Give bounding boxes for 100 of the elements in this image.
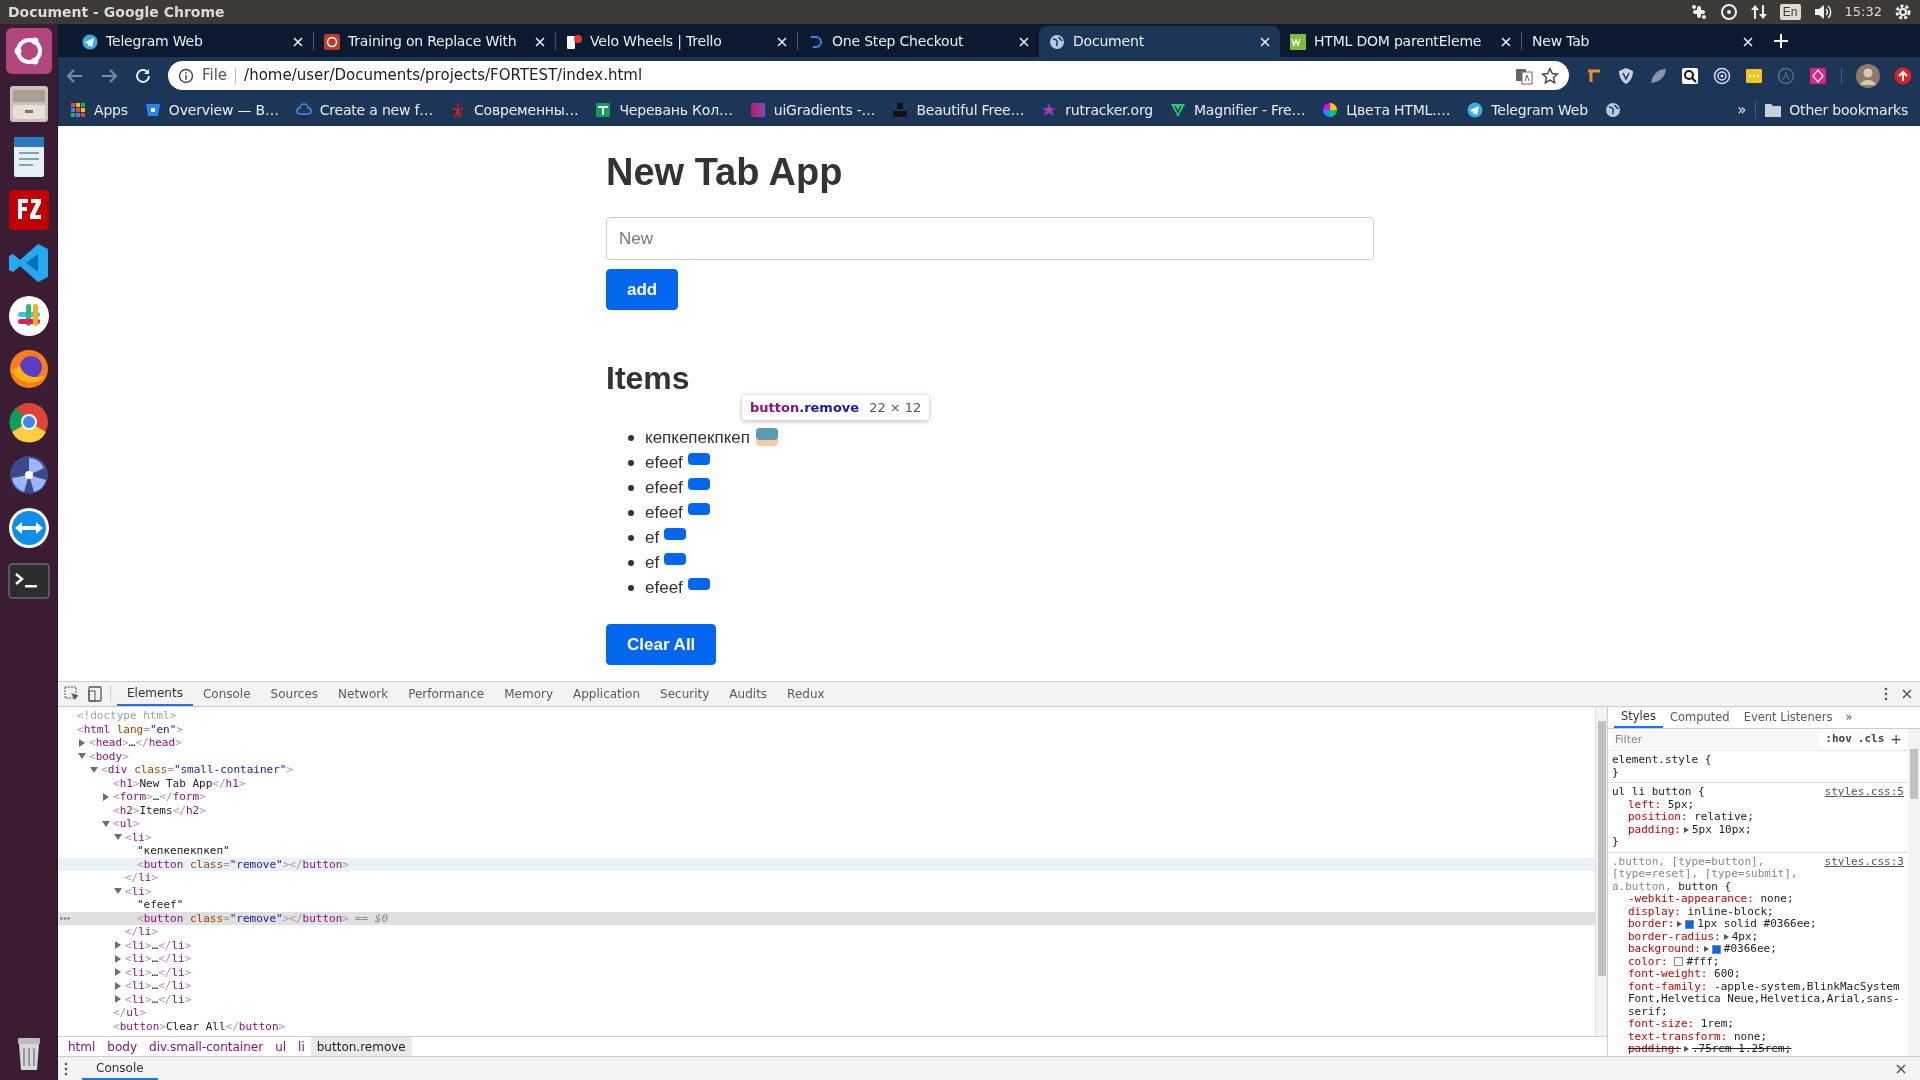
network-arrows-icon[interactable] xyxy=(1749,3,1768,21)
remove-button[interactable] xyxy=(687,502,710,515)
remove-button[interactable] xyxy=(664,552,687,565)
collapsed-triangle-icon[interactable] xyxy=(114,954,122,963)
devtools-tab[interactable]: Elements xyxy=(117,682,193,706)
filter-field[interactable]: Filter xyxy=(1612,730,1820,749)
expanded-triangle-icon[interactable] xyxy=(114,887,122,896)
back-arrow-icon[interactable] xyxy=(66,66,84,85)
bookmark-item[interactable]: uiGradients -… xyxy=(749,99,876,121)
dom-row-highlight[interactable]: <button class="remove"></button> == $0 xyxy=(58,911,1595,925)
expanded-triangle-icon[interactable] xyxy=(102,819,110,828)
dom-node-line[interactable]: <li>…</li> xyxy=(125,938,192,952)
devtools-tab[interactable]: Console xyxy=(192,682,261,706)
more-tabs-button[interactable]: » xyxy=(1839,707,1859,728)
collapsed-triangle-icon[interactable] xyxy=(114,981,122,990)
color-swatch[interactable] xyxy=(1711,944,1721,954)
dom-node-line[interactable]: <button>Clear All</button> xyxy=(113,1019,286,1033)
devtools-tab[interactable]: Network xyxy=(328,682,399,706)
dom-node-line[interactable]: <li>…</li> xyxy=(125,965,192,979)
expanded-triangle-icon[interactable] xyxy=(78,752,86,761)
collapsed-triangle-icon[interactable] xyxy=(114,968,122,977)
dom-node-line[interactable]: </ul> xyxy=(113,1006,147,1020)
class-toggle[interactable]: .cls xyxy=(1857,731,1885,748)
dom-node-line[interactable]: </li> xyxy=(125,871,159,885)
dom-node-line[interactable]: <li>…</li> xyxy=(125,952,192,966)
more-options-icon[interactable] xyxy=(1884,687,1888,701)
expanded-triangle-icon[interactable] xyxy=(90,765,98,774)
dom-node-line[interactable]: <li>…</li> xyxy=(125,992,192,1006)
clock[interactable]: 15:32 xyxy=(1844,2,1882,22)
keyboard-layout-indicator[interactable]: En xyxy=(1779,4,1801,20)
forward-arrow-icon[interactable] xyxy=(100,66,118,85)
new-item-input[interactable]: New xyxy=(606,217,1374,260)
browser-tab[interactable]: Velo Wheels | Trello xyxy=(556,26,797,57)
gem-icon[interactable] xyxy=(1809,66,1827,85)
new-rule-button[interactable]: + xyxy=(1890,729,1902,750)
dom-node-line[interactable]: <button class="remove"></button> xyxy=(137,857,349,871)
breadcrumb-item[interactable]: html xyxy=(62,1037,102,1056)
dom-node-line[interactable]: <li>…</li> xyxy=(125,979,192,993)
translate-icon[interactable] xyxy=(1515,66,1533,85)
browser-tab[interactable]: Document xyxy=(1039,26,1280,57)
bookmark-item[interactable]: Telegram Web xyxy=(1467,99,1588,121)
source-link[interactable]: styles.css:3 xyxy=(1824,855,1904,868)
bookmark-item[interactable]: Черевань Кол… xyxy=(595,99,733,121)
target-icon[interactable] xyxy=(1713,66,1731,85)
star-icon[interactable] xyxy=(1541,66,1559,85)
info-icon[interactable] xyxy=(178,67,194,84)
remove-button[interactable] xyxy=(687,477,710,490)
dom-node-line[interactable]: "кепкепекпкеп" xyxy=(137,844,230,858)
shield-icon[interactable] xyxy=(1617,66,1635,85)
ubuntu-logo-icon[interactable] xyxy=(5,28,52,74)
bookmark-item[interactable]: Beautiful Free… xyxy=(892,99,1025,121)
breadcrumb-item[interactable]: ul xyxy=(269,1037,293,1056)
dom-node-line[interactable]: <div class="small-container"> xyxy=(101,763,294,777)
add-button[interactable]: add xyxy=(606,269,679,310)
dom-row-highlight[interactable]: <button class="remove"></button> xyxy=(58,857,1595,871)
more-options-icon[interactable] xyxy=(64,1061,68,1076)
dom-node-line[interactable]: "efeef" xyxy=(137,898,184,912)
dom-node-line[interactable]: <li> xyxy=(125,830,152,844)
bookmark-item[interactable]: Цвета HTML.… xyxy=(1322,99,1451,121)
globe-icon[interactable] xyxy=(1605,102,1621,118)
collapsed-triangle-icon[interactable] xyxy=(114,995,122,1004)
hover-state-toggle[interactable]: :hov xyxy=(1825,731,1852,748)
color-swatch[interactable] xyxy=(1674,957,1684,966)
dom-node-line[interactable]: <html lang="en"> xyxy=(77,722,183,736)
styles-pane-tab[interactable]: Styles xyxy=(1614,707,1663,728)
remove-button[interactable] xyxy=(664,527,687,540)
browser-tab[interactable]: Training on Replace With xyxy=(314,26,555,57)
magnifier-icon[interactable] xyxy=(1681,66,1699,85)
collapsed-triangle-icon[interactable] xyxy=(102,792,110,801)
devtools-tab[interactable]: Memory xyxy=(494,682,563,706)
devtools-tab[interactable]: Performance xyxy=(398,682,495,706)
dom-node-line[interactable]: <ul> xyxy=(113,817,140,831)
remove-button[interactable] xyxy=(687,577,710,590)
breadcrumb-item[interactable]: body xyxy=(101,1037,144,1056)
dom-node-line[interactable]: <li> xyxy=(125,884,152,898)
reload-icon[interactable] xyxy=(134,66,152,85)
more-dots-icon[interactable] xyxy=(60,916,70,920)
volume-icon[interactable] xyxy=(1812,3,1833,21)
drawer-tab[interactable]: Console xyxy=(82,1057,158,1080)
hash-icon[interactable] xyxy=(1689,3,1708,21)
settings-icon[interactable] xyxy=(1894,3,1912,21)
collapsed-triangle-icon[interactable] xyxy=(114,941,122,950)
dom-node-line[interactable]: </li> xyxy=(125,925,159,939)
device-toggle-icon[interactable] xyxy=(88,686,102,702)
breadcrumb-item[interactable]: div.small-container xyxy=(143,1037,270,1056)
leaf-icon[interactable] xyxy=(1649,66,1667,85)
bookmark-item[interactable]: Современны… xyxy=(450,99,579,121)
other-bookmarks-folder[interactable]: Other bookmarks xyxy=(1765,99,1908,121)
clear-all-button[interactable]: Clear All xyxy=(606,624,717,665)
dom-node-line[interactable]: <h2>Items</h2> xyxy=(113,803,206,817)
devtools-tab[interactable]: Application xyxy=(563,682,651,706)
bookmark-item[interactable]: rutracker.org xyxy=(1041,99,1153,121)
expanded-triangle-icon[interactable] xyxy=(114,833,122,842)
styles-pane-tab[interactable]: Event Listeners xyxy=(1736,707,1840,728)
source-link[interactable]: styles.css:5 xyxy=(1824,786,1904,799)
bookmark-item[interactable]: Create a new f… xyxy=(295,99,433,121)
inspect-cursor-icon[interactable] xyxy=(64,686,80,702)
collapsed-triangle-icon[interactable] xyxy=(78,738,86,747)
dom-node-line[interactable]: <head>…</head> xyxy=(89,736,182,750)
breadcrumb-item[interactable]: button.remove xyxy=(310,1037,412,1056)
